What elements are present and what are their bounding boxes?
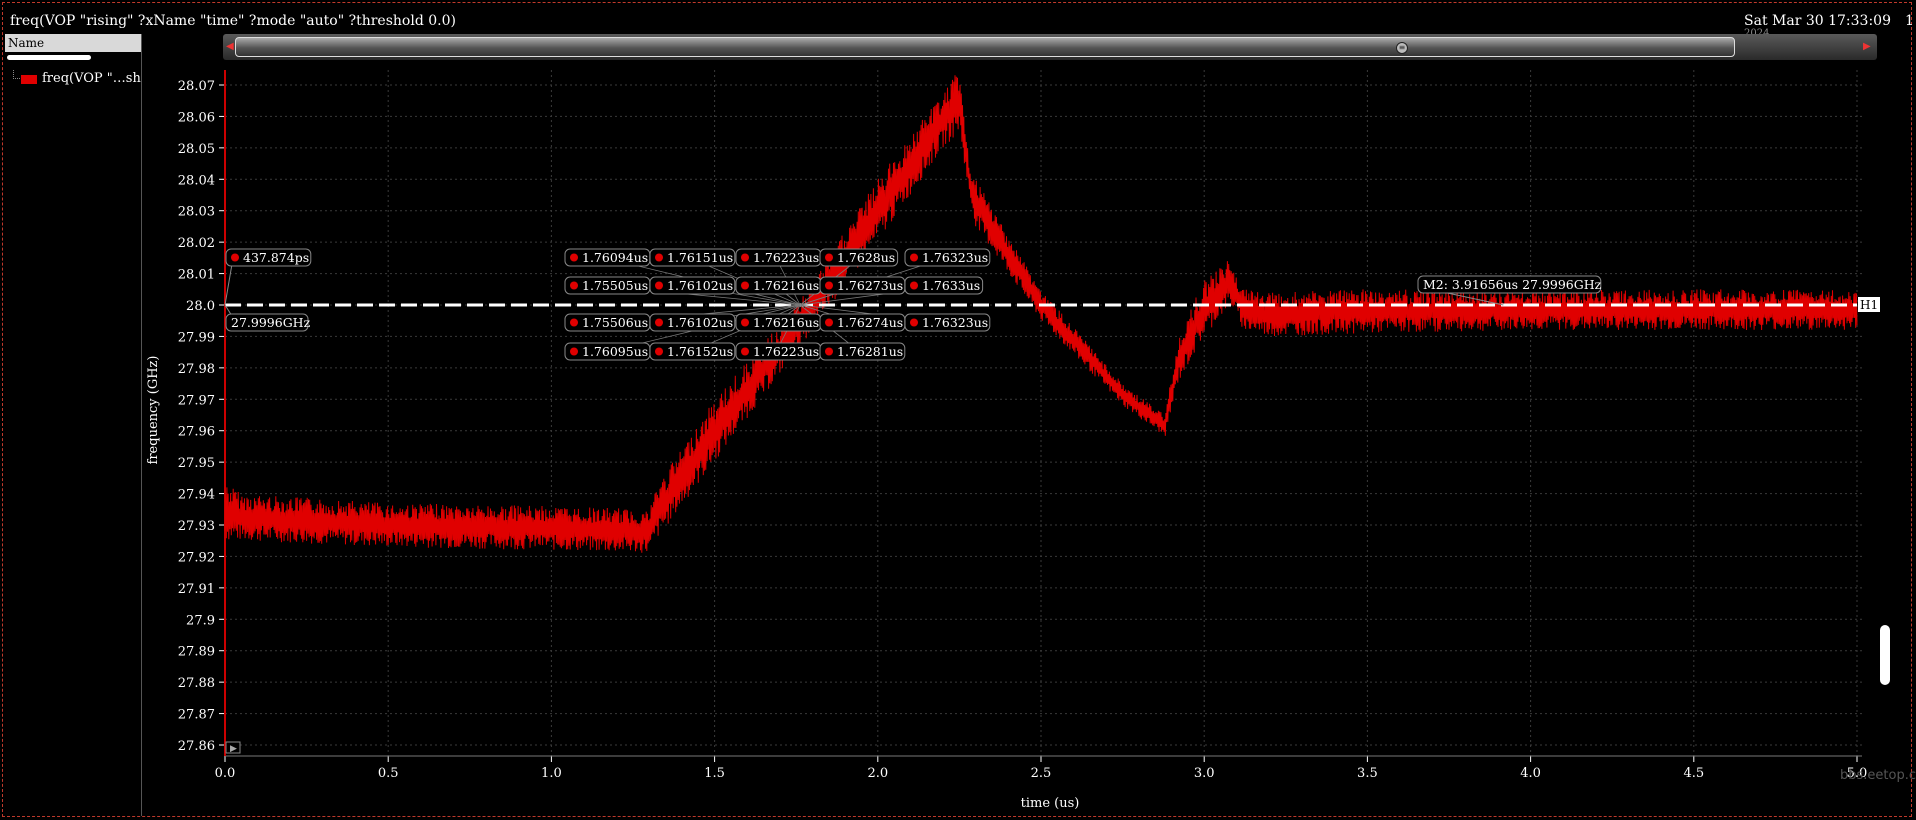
y-tick-label: 27.9 (186, 613, 215, 628)
crossing-time-label: 1.76273us (837, 278, 903, 293)
crossing-time-label: 1.76323us (922, 315, 988, 330)
marker-dot-icon (825, 281, 833, 290)
y-tick-label: 27.88 (178, 676, 215, 691)
y-tick-label: 28.06 (178, 110, 215, 125)
x-tick-label: 2.0 (867, 766, 888, 781)
crossing-time-label: 1.76223us (753, 344, 819, 359)
m2-marker-label: M2: 3.91656us 27.9996GHz (1423, 277, 1602, 292)
y-tick-label: 27.89 (178, 645, 215, 660)
y-tick-label: 28.0 (186, 299, 215, 314)
watermark: bbs.eetop.cn (1840, 768, 1916, 783)
play-icon: ▶ (230, 744, 237, 754)
marker-dot-icon (655, 347, 663, 356)
marker-dot-icon (655, 253, 663, 262)
crossing-time-label: 1.76102us (667, 278, 733, 293)
leader-line (224, 263, 233, 306)
y-tick-label: 27.99 (178, 330, 215, 345)
marker-dot-icon (910, 253, 918, 262)
crossing-time-label: 1.76216us (753, 278, 819, 293)
waveform-plot[interactable]: 28.07 28.06 28.05 28.04 28.03 28.02 28.01 28.0 2… (0, 0, 1916, 820)
crossing-time-label: 1.76095us (582, 344, 648, 359)
y-tick-label: 27.97 (178, 393, 215, 408)
marker-dot-icon (825, 318, 833, 327)
crossing-time-label: 1.76152us (667, 344, 733, 359)
crossing-time-label: 1.75505us (582, 278, 648, 293)
y-tick-label: 28.01 (178, 268, 215, 283)
crossing-time-label: 1.75506us (582, 315, 648, 330)
y-tick-label: 28.07 (178, 79, 215, 94)
marker-dot-icon (825, 347, 833, 356)
x-tick-label: 3.0 (1194, 766, 1215, 781)
marker-dot-icon (741, 281, 749, 290)
y-axis: 28.07 28.06 28.05 28.04 28.03 28.02 28.01 28.0 2… (178, 79, 225, 754)
x-tick-label: 4.0 (1520, 766, 1541, 781)
x-tick-label: 2.5 (1031, 766, 1052, 781)
crossing-time-label: 1.76223us (753, 250, 819, 265)
crossing-time-label: 1.7633us (922, 278, 980, 293)
marker-dot-icon (570, 281, 578, 290)
plot-grid (224, 70, 1862, 756)
h1-tag: H1 (1860, 298, 1878, 312)
y-tick-label: 27.92 (178, 550, 215, 565)
marker-dot-icon (741, 318, 749, 327)
marker-dot-icon (655, 318, 663, 327)
y-tick-label: 27.95 (178, 456, 215, 471)
crossing-time-label: 437.874ps (243, 250, 309, 265)
marker-dot-icon (655, 281, 663, 290)
x-tick-label: 1.0 (541, 766, 562, 781)
x-axis: 0.0 0.5 1.0 1.5 2.0 2.5 3.0 3.5 4.0 4.5 5.0 (215, 755, 1867, 781)
marker-dot-icon (741, 347, 749, 356)
crossing-time-label: 1.76216us (753, 315, 819, 330)
marker-dot-icon (231, 253, 239, 262)
crossing-time-label: 1.76102us (667, 315, 733, 330)
crossing-time-label: 1.76281us (837, 344, 903, 359)
crossing-time-label: 1.76323us (922, 250, 988, 265)
x-tick-label: 3.5 (1357, 766, 1378, 781)
marker-dot-icon (910, 318, 918, 327)
marker-dot-icon (741, 253, 749, 262)
y-tick-label: 27.94 (178, 488, 215, 503)
x-tick-label: 0.0 (215, 766, 236, 781)
y-tick-label: 28.05 (178, 142, 215, 157)
y-axis-label: frequency (GHz) (146, 356, 161, 465)
crossing-time-label: 1.7628us (837, 250, 895, 265)
x-tick-label: 4.5 (1683, 766, 1704, 781)
crossing-time-label: 1.76274us (837, 315, 903, 330)
marker-dot-icon (570, 318, 578, 327)
x-tick-label: 1.5 (704, 766, 725, 781)
y-tick-label: 27.91 (178, 582, 215, 597)
y-tick-label: 28.04 (178, 173, 215, 188)
x-tick-label: 0.5 (378, 766, 399, 781)
y-tick-label: 28.03 (178, 205, 215, 220)
vertical-scroll-handle[interactable] (1880, 625, 1890, 685)
marker-dot-icon (825, 253, 833, 262)
y-tick-label: 27.98 (178, 362, 215, 377)
y-tick-label: 27.96 (178, 425, 215, 440)
y-tick-label: 27.87 (178, 708, 215, 723)
marker-dot-icon (570, 347, 578, 356)
marker-dot-icon (910, 281, 918, 290)
crossing-time-label: 1.76094us (582, 250, 648, 265)
y-tick-label: 27.93 (178, 519, 215, 534)
crossing-value-label: 27.9996GHz (231, 315, 311, 330)
crossing-time-label: 1.76151us (667, 250, 733, 265)
y-tick-label: 27.86 (178, 739, 215, 754)
x-axis-label: time (us) (1021, 796, 1080, 811)
marker-dot-icon (570, 253, 578, 262)
y-tick-label: 28.02 (178, 236, 215, 251)
